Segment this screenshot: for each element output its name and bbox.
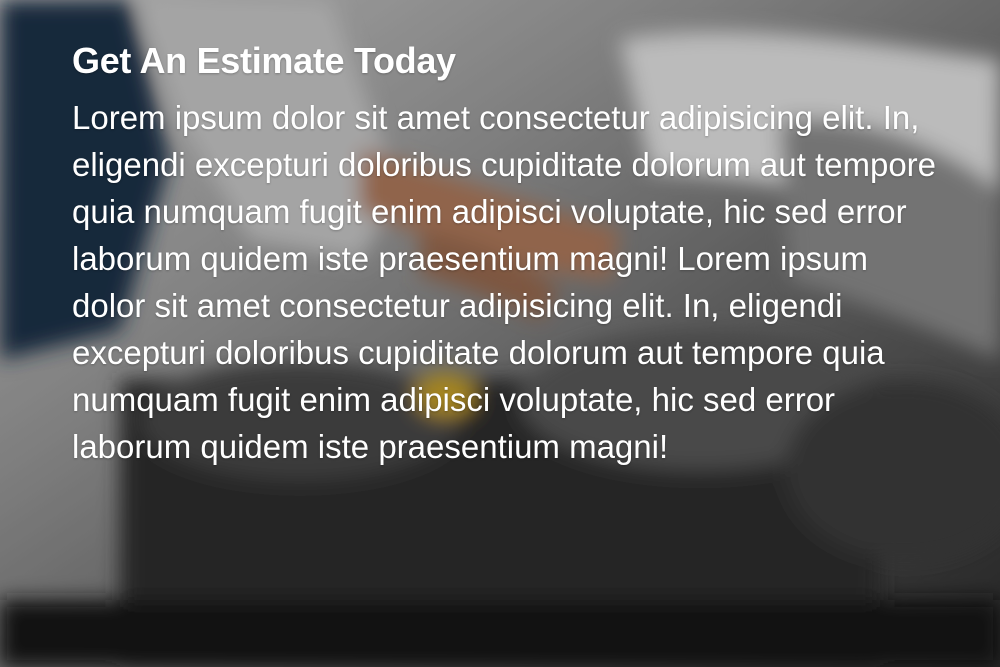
estimate-description: Lorem ipsum dolor sit amet consectetur a… (72, 99, 937, 465)
estimate-hero: Get An Estimate Today Lorem ipsum dolor … (0, 0, 1000, 667)
estimate-content: Get An Estimate Today Lorem ipsum dolor … (72, 38, 942, 470)
estimate-title: Get An Estimate Today (72, 40, 456, 81)
